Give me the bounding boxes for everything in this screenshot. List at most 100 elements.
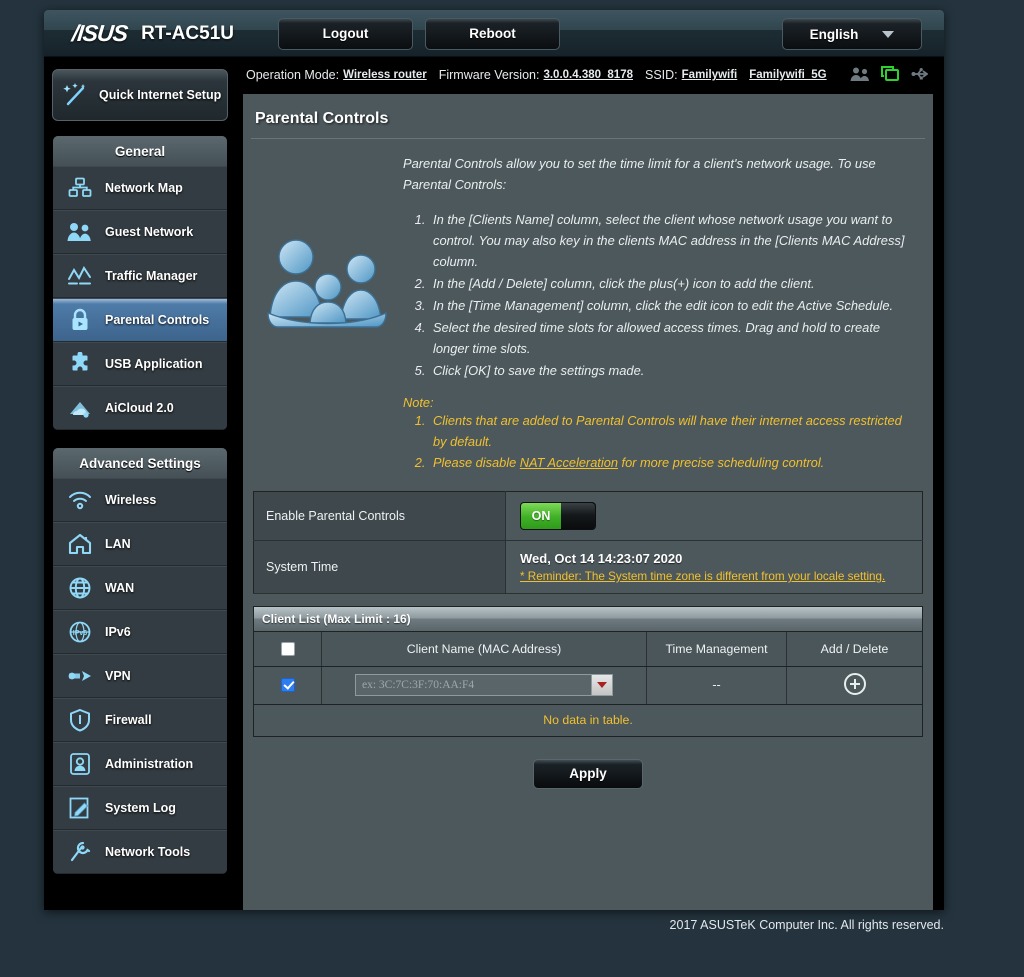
- sidebar-item-usb-application-label: USB Application: [105, 357, 203, 371]
- sidebar-item-ipv6[interactable]: IPv6 IPv6: [53, 610, 227, 654]
- client-table: Client Name (MAC Address) Time Managemen…: [253, 632, 923, 705]
- clients-monitor-icon[interactable]: [880, 65, 900, 86]
- sidebar-item-system-log-label: System Log: [105, 801, 176, 815]
- toggle-knob: [561, 503, 595, 529]
- content-panel: Parental Controls Parental Controls allo…: [242, 93, 934, 910]
- firmware-version-label: Firmware Version:: [438, 68, 540, 82]
- wan-globe-icon: [63, 573, 97, 603]
- sidebar-item-parental-controls[interactable]: Parental Controls: [53, 298, 227, 342]
- settings-row-enable: Enable Parental Controls ON: [253, 491, 923, 541]
- sidebar-item-wireless[interactable]: Wireless: [53, 478, 227, 522]
- toggle-on-label: ON: [521, 503, 561, 529]
- chevron-down-icon: [597, 682, 607, 688]
- ssid-value-24g[interactable]: Familywifi: [682, 69, 738, 81]
- sidebar-item-aicloud-label: AiCloud 2.0: [105, 401, 174, 415]
- sidebar-item-usb-application[interactable]: USB Application: [53, 342, 227, 386]
- step-item: In the [Clients Name] column, select the…: [429, 209, 917, 272]
- client-table-header-row: Client Name (MAC Address) Time Managemen…: [253, 632, 923, 667]
- note-item: Please disable NAT Acceleration for more…: [429, 452, 917, 473]
- client-row-checkbox[interactable]: [280, 678, 295, 693]
- sidebar-item-traffic-manager[interactable]: Traffic Manager: [53, 254, 227, 298]
- system-log-edit-icon: [63, 793, 97, 823]
- client-row-time-cell: --: [646, 666, 787, 705]
- quick-internet-setup-button[interactable]: Quick Internet Setup: [52, 69, 228, 121]
- settings-table: Enable Parental Controls ON System Time …: [253, 491, 923, 594]
- sidebar-item-administration-label: Administration: [105, 757, 194, 771]
- nat-acceleration-link[interactable]: NAT Acceleration: [520, 455, 618, 470]
- operation-mode-value[interactable]: Wireless router: [343, 69, 427, 81]
- note-item-suffix: for more precise scheduling control.: [617, 455, 825, 470]
- sidebar-item-wan[interactable]: WAN: [53, 566, 227, 610]
- client-mac-input-wrap[interactable]: ex: 3C:7C:3F:70:AA:F4: [355, 674, 613, 696]
- select-all-checkbox[interactable]: [280, 642, 295, 657]
- sidebar-item-ipv6-label: IPv6: [105, 625, 131, 639]
- parental-controls-lock-icon: [63, 305, 97, 335]
- sidebar-item-administration[interactable]: Administration: [53, 742, 227, 786]
- aicloud-icon: [63, 393, 97, 423]
- wireless-signal-icon: [63, 485, 97, 515]
- ssid-label: SSID:: [645, 68, 678, 82]
- language-selector[interactable]: English: [782, 18, 922, 50]
- svg-text:IPv6: IPv6: [73, 630, 88, 637]
- sidebar-item-aicloud[interactable]: AiCloud 2.0: [53, 386, 227, 430]
- client-table-name-header: Client Name (MAC Address): [321, 632, 647, 667]
- nav-group-general: General Network Map Guest Network Traffi…: [52, 135, 228, 431]
- client-table-empty-message: No data in table.: [253, 704, 923, 737]
- reboot-button[interactable]: Reboot: [424, 17, 560, 50]
- step-item: In the [Add / Delete] column, click the …: [429, 273, 917, 294]
- network-tools-wrench-icon: [63, 837, 97, 867]
- usb-icon[interactable]: [910, 66, 930, 85]
- plus-circle-icon[interactable]: [843, 672, 866, 695]
- apply-button-row: Apply: [243, 758, 933, 789]
- quick-internet-setup-label: Quick Internet Setup: [99, 87, 222, 102]
- family-silhouette-illustration: [253, 153, 403, 473]
- step-item: In the [Time Management] column, click t…: [429, 295, 917, 316]
- sidebar-item-network-tools[interactable]: Network Tools: [53, 830, 227, 874]
- copyright-text: 2017 ASUSTeK Computer Inc. All rights re…: [669, 918, 944, 932]
- language-selector-label: English: [809, 26, 859, 42]
- sidebar-item-wan-label: WAN: [105, 581, 135, 595]
- router-model-name: RT-AC51U: [141, 22, 234, 44]
- sidebar-item-lan[interactable]: LAN: [53, 522, 227, 566]
- firmware-version-value[interactable]: 3.0.0.4.380_8178: [543, 69, 633, 81]
- top-bar: /ISUS RT-AC51U Logout Reboot English: [44, 10, 944, 57]
- note-item-prefix: Please disable: [433, 455, 520, 470]
- sidebar-item-firewall-label: Firewall: [105, 713, 152, 727]
- step-item: Click [OK] to save the settings made.: [429, 360, 917, 381]
- system-time-value: Wed, Oct 14 14:23:07 2020: [520, 551, 683, 566]
- sidebar-item-system-log[interactable]: System Log: [53, 786, 227, 830]
- magic-wand-icon: [53, 80, 99, 110]
- parental-controls-toggle[interactable]: ON: [520, 502, 596, 530]
- client-list-section: Client List (Max Limit : 16) Client Name…: [253, 606, 923, 737]
- sidebar-item-network-tools-label: Network Tools: [105, 845, 191, 859]
- sidebar-item-vpn[interactable]: VPN: [53, 654, 227, 698]
- sidebar-item-parental-controls-label: Parental Controls: [105, 313, 210, 327]
- system-time-reminder-link[interactable]: * Reminder: The System time zone is diff…: [520, 570, 922, 583]
- router-admin-window: /ISUS RT-AC51U Logout Reboot English Qui…: [44, 10, 944, 910]
- network-map-icon: [63, 173, 97, 203]
- enable-parental-controls-value: ON: [505, 491, 923, 541]
- usb-application-puzzle-icon: [63, 349, 97, 379]
- chevron-down-icon: [882, 30, 895, 38]
- sidebar-item-lan-label: LAN: [105, 537, 131, 551]
- nav-group-advanced-settings: Advanced Settings Wireless LAN WAN IPv6 …: [52, 447, 228, 875]
- logout-button[interactable]: Logout: [277, 17, 413, 50]
- sidebar-item-vpn-label: VPN: [105, 669, 131, 683]
- sidebar-item-network-map[interactable]: Network Map: [53, 166, 227, 210]
- traffic-manager-icon: [63, 261, 97, 291]
- client-mac-input[interactable]: ex: 3C:7C:3F:70:AA:F4: [356, 679, 591, 691]
- client-mac-dropdown-button[interactable]: [591, 675, 612, 695]
- sidebar-item-firewall[interactable]: Firewall: [53, 698, 227, 742]
- status-icon-group: [850, 65, 930, 86]
- guest-users-icon[interactable]: [850, 66, 870, 85]
- steps-list: In the [Clients Name] column, select the…: [429, 209, 917, 381]
- note-item-text: Clients that are added to Parental Contr…: [433, 413, 902, 449]
- ssid-value-5g[interactable]: Familywifi_5G: [749, 69, 826, 81]
- client-table-adddel-header: Add / Delete: [786, 632, 923, 667]
- guest-network-icon: [63, 217, 97, 247]
- sidebar-item-traffic-manager-label: Traffic Manager: [105, 269, 198, 283]
- table-row: ex: 3C:7C:3F:70:AA:F4 --: [253, 666, 923, 705]
- apply-button[interactable]: Apply: [533, 758, 643, 789]
- sidebar-item-guest-network[interactable]: Guest Network: [53, 210, 227, 254]
- vpn-key-icon: [63, 661, 97, 691]
